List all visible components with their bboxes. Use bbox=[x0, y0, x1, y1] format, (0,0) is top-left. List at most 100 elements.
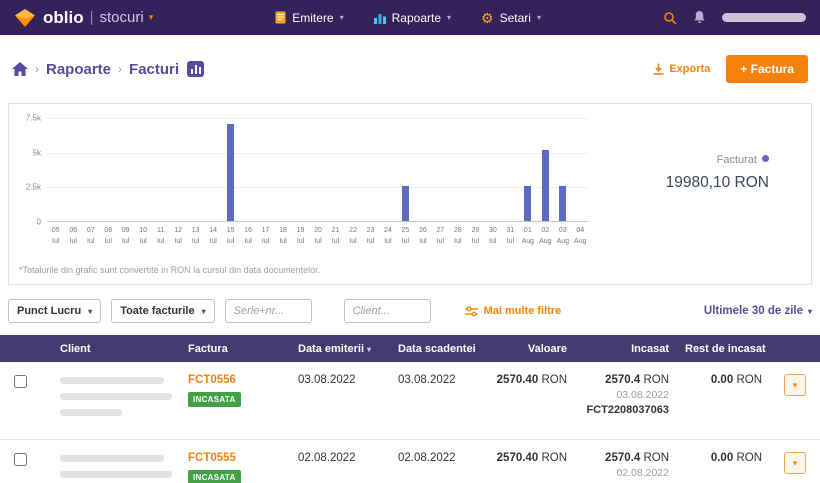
report-chart-icon[interactable] bbox=[187, 61, 205, 77]
date-range-select[interactable]: Ultimele 30 de zile ▾ bbox=[704, 305, 812, 317]
row-checkbox[interactable] bbox=[14, 453, 27, 466]
chart-bar-slot bbox=[414, 118, 431, 221]
punct-lucru-select[interactable]: Punct Lucru ▾ bbox=[8, 299, 102, 323]
chart-bar bbox=[559, 186, 567, 221]
due-date-cell: 02.08.2022 bbox=[398, 452, 456, 464]
brand-separator: | bbox=[89, 9, 94, 26]
collected-receipt-ref: FCT2208037063 bbox=[586, 404, 669, 416]
more-filters-label: Mai multe filtre bbox=[483, 305, 562, 317]
chart-bar bbox=[524, 186, 532, 221]
value-currency: RON bbox=[541, 374, 567, 386]
chart-bar-slot bbox=[379, 118, 396, 221]
chevron-down-icon: ▾ bbox=[792, 457, 798, 468]
chart-x-tick: 20 Iul bbox=[314, 227, 322, 245]
chevron-down-icon: ▾ bbox=[88, 306, 93, 316]
chevron-down-icon: ▾ bbox=[807, 306, 812, 316]
collected-cell: 2570.4 RON 02.08.2022 FCT2208024029 bbox=[575, 452, 677, 483]
chart-x-tick: 21 Iul bbox=[331, 227, 340, 245]
chevron-down-icon: ▾ bbox=[447, 13, 452, 22]
remaining-cell: 0.00 RON bbox=[677, 452, 770, 464]
bell-icon[interactable] bbox=[693, 10, 706, 25]
client-skeleton-bar bbox=[60, 471, 172, 478]
serie-input[interactable] bbox=[224, 299, 312, 323]
chart-x-tick: 18 Iul bbox=[279, 227, 287, 245]
breadcrumb-separator: › bbox=[118, 62, 123, 76]
header-valoare[interactable]: Valoare bbox=[485, 343, 575, 355]
chart-bar-slot bbox=[82, 118, 99, 221]
chart-bar-slot bbox=[257, 118, 274, 221]
home-icon[interactable] bbox=[12, 62, 28, 76]
chart-x-tick: 10 Iul bbox=[139, 227, 148, 245]
main-menu: Emitere ▾ Rapoarte ▾ ⚙ Setari ▾ bbox=[275, 11, 541, 25]
invoice-type-value: Toate facturile bbox=[120, 305, 195, 317]
value-currency: RON bbox=[541, 452, 567, 464]
breadcrumb-rapoarte[interactable]: Rapoarte bbox=[46, 61, 111, 78]
chart-bar bbox=[227, 124, 235, 221]
chart-bar-slot bbox=[117, 118, 134, 221]
chart-bar-slot bbox=[309, 118, 326, 221]
chart-x-tick: 04 Aug bbox=[574, 227, 587, 245]
row-actions-cell: ▾ bbox=[770, 374, 820, 396]
bar-chart-icon bbox=[373, 13, 386, 24]
chart-bar-slot bbox=[152, 118, 169, 221]
chart-bar-slot bbox=[484, 118, 501, 221]
legend-label[interactable]: Facturat bbox=[717, 154, 757, 166]
brand-menu[interactable]: oblio | stocuri ▾ bbox=[14, 8, 153, 28]
new-invoice-button[interactable]: + Factura bbox=[726, 55, 808, 83]
invoice-link[interactable]: FCT0555 bbox=[188, 452, 236, 464]
remaining-amount: 0.00 bbox=[710, 452, 734, 464]
chart-bar-slot bbox=[134, 118, 151, 221]
client-skeleton-bar bbox=[60, 377, 164, 384]
row-checkbox[interactable] bbox=[14, 375, 27, 388]
invoice-link[interactable]: FCT0556 bbox=[188, 374, 236, 386]
breadcrumb: › Rapoarte › Facturi Exporta + Factura bbox=[0, 35, 820, 95]
menu-item-rapoarte[interactable]: Rapoarte ▾ bbox=[373, 11, 452, 25]
row-actions-button[interactable]: ▾ bbox=[784, 374, 806, 396]
collected-amount: 2570.4 bbox=[605, 452, 641, 464]
collected-date: 02.08.2022 bbox=[616, 467, 669, 479]
client-input[interactable] bbox=[343, 299, 431, 323]
row-checkbox-cell bbox=[0, 452, 44, 469]
chart-x-tick: 11 Iul bbox=[156, 227, 165, 245]
chart-y-axis: 7.5k 5k 2.5k 0 bbox=[19, 114, 47, 227]
breadcrumb-separator: › bbox=[35, 62, 39, 76]
menu-item-emitere[interactable]: Emitere ▾ bbox=[275, 11, 344, 25]
oblio-logo-icon bbox=[15, 8, 35, 27]
status-badge: INCASATA bbox=[188, 392, 241, 407]
row-actions-button[interactable]: ▾ bbox=[784, 452, 806, 474]
gear-icon: ⚙ bbox=[481, 9, 494, 26]
chart-x-tick: 02 Aug bbox=[539, 227, 552, 245]
menu-item-setari[interactable]: ⚙ Setari ▾ bbox=[481, 11, 541, 25]
chevron-down-icon: ▾ bbox=[339, 13, 344, 22]
chevron-down-icon: ▾ bbox=[792, 379, 798, 390]
chart-bar-slot bbox=[204, 118, 221, 221]
account-menu-placeholder[interactable] bbox=[721, 13, 806, 22]
invoice-cell: FCT0555 INCASATA bbox=[180, 452, 290, 483]
chart-bar-slot bbox=[169, 118, 186, 221]
header-rest[interactable]: Rest de incasat bbox=[677, 343, 770, 355]
chart-bar-slot bbox=[344, 118, 361, 221]
chart-bars bbox=[47, 118, 589, 221]
header-data-scadentei[interactable]: Data scadentei bbox=[390, 343, 485, 355]
document-icon bbox=[275, 11, 286, 24]
date-range-value: Ultimele 30 de zile bbox=[703, 305, 803, 317]
chart-x-tick: 23 Iul bbox=[366, 227, 375, 245]
chart-x-tick: 08 Iul bbox=[104, 227, 113, 245]
client-skeleton-bar bbox=[60, 409, 122, 416]
chart-x-tick: 29 Iul bbox=[471, 227, 480, 245]
chevron-down-icon: ▾ bbox=[536, 13, 541, 22]
export-button[interactable]: Exporta bbox=[653, 63, 710, 75]
remaining-cell: 0.00 RON bbox=[677, 374, 770, 386]
invoice-type-select[interactable]: Toate facturile ▾ bbox=[111, 299, 215, 323]
more-filters-button[interactable]: Mai multe filtre bbox=[464, 305, 562, 317]
chart-x-tick: 31 Iul bbox=[506, 227, 515, 245]
header-incasat[interactable]: Incasat bbox=[575, 343, 677, 355]
chart-x-tick: 27 Iul bbox=[436, 227, 445, 245]
search-icon[interactable] bbox=[663, 11, 677, 25]
chart-bar-slot bbox=[64, 118, 81, 221]
chart-bar-slot bbox=[519, 118, 536, 221]
brand-name: oblio bbox=[43, 7, 84, 27]
top-navbar: oblio | stocuri ▾ Emitere ▾ Rapoarte ▾ ⚙… bbox=[0, 0, 820, 35]
collected-amount: 2570.4 bbox=[605, 374, 641, 386]
header-data-emiterii[interactable]: Data emiterii ▾ bbox=[290, 343, 390, 355]
